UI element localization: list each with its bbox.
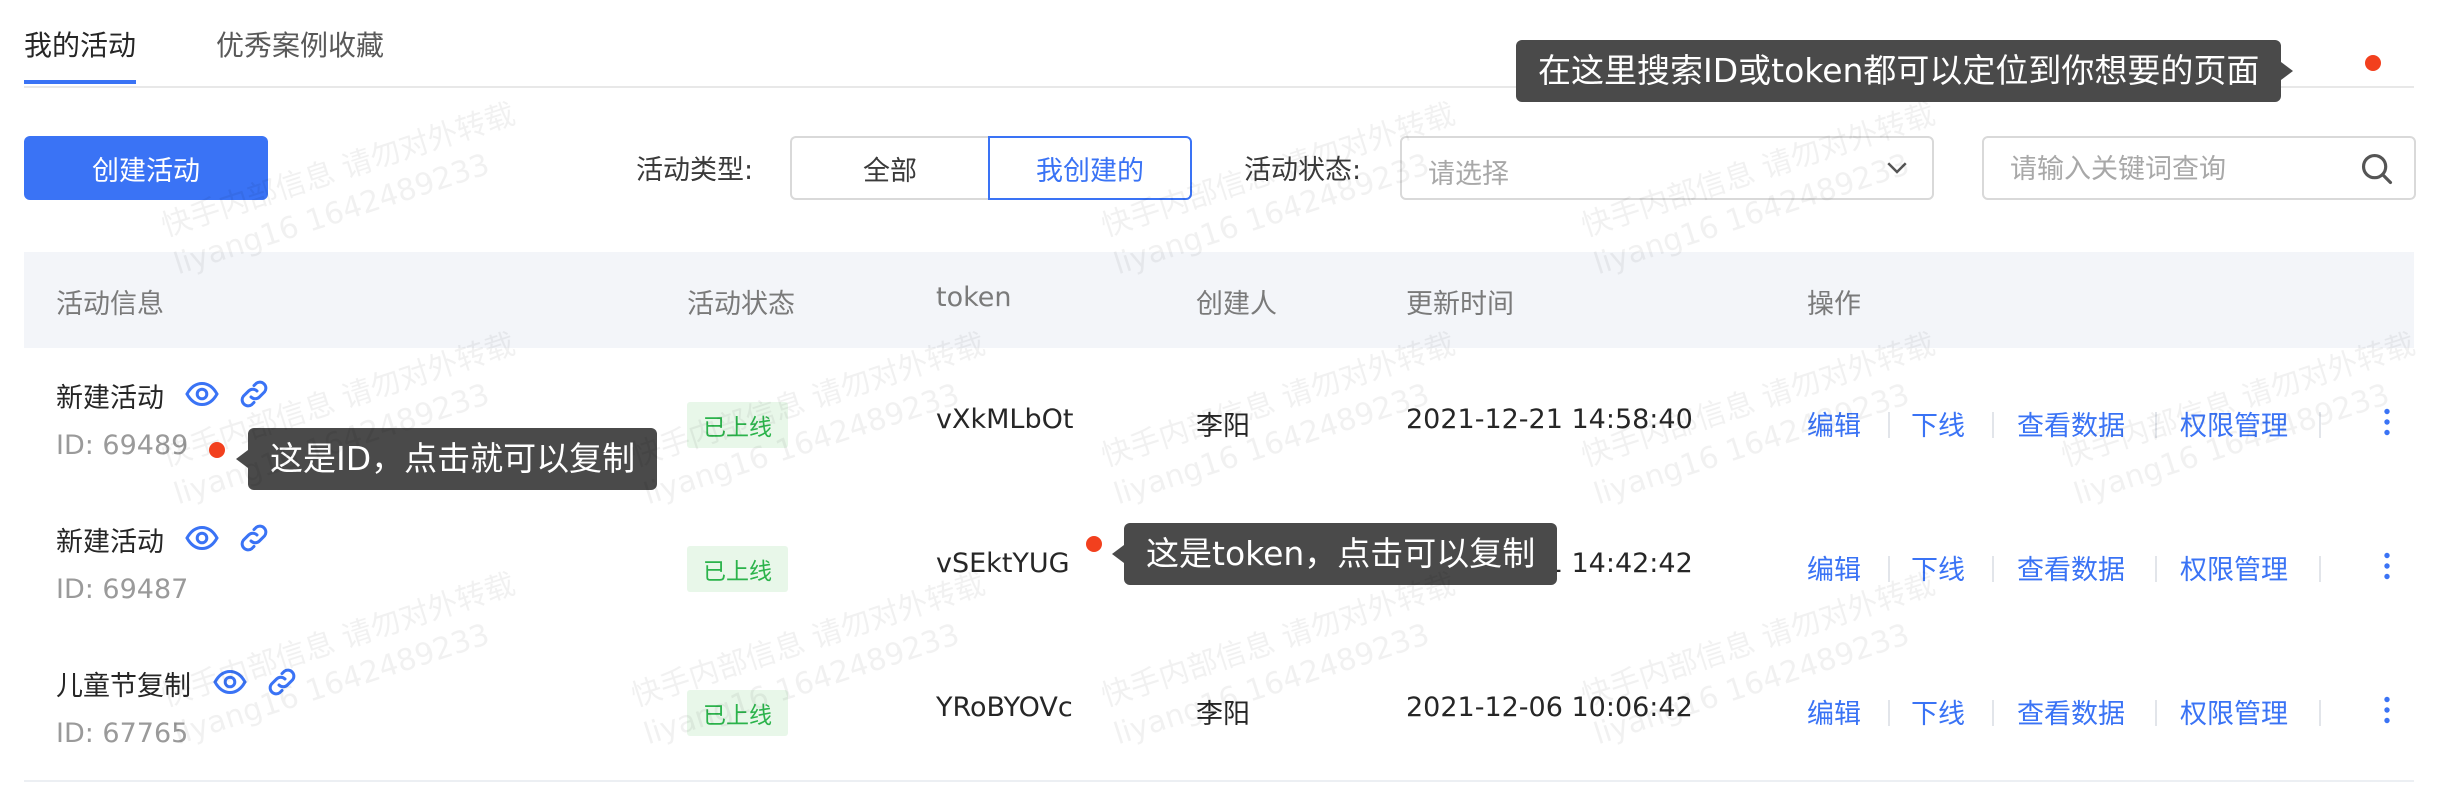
divider (2319, 556, 2321, 582)
activity-status-label: 活动状态: (1244, 155, 1362, 186)
tab-case-favorites[interactable]: 优秀案例收藏 (216, 24, 384, 64)
search-box (1982, 136, 2416, 200)
view-data-link[interactable]: 查看数据 (2017, 548, 2125, 587)
offline-link[interactable]: 下线 (1911, 692, 1965, 731)
column-header-token: token (936, 282, 1012, 313)
divider (2155, 700, 2157, 726)
offline-link[interactable]: 下线 (1911, 404, 1965, 443)
divider (1888, 412, 1890, 438)
activity-token[interactable]: vSEktYUG (936, 548, 1070, 579)
view-data-link[interactable]: 查看数据 (2017, 692, 2125, 731)
divider (1992, 700, 1994, 726)
permission-link[interactable]: 权限管理 (2180, 692, 2288, 731)
preview-eye-icon[interactable] (184, 520, 220, 556)
guide-dot (1086, 536, 1102, 552)
activity-token[interactable]: YRoBYOVc (936, 692, 1073, 723)
active-tab-indicator (24, 80, 136, 84)
tooltip-arrow (236, 450, 248, 468)
edit-link[interactable]: 编辑 (1807, 548, 1861, 587)
preview-eye-icon[interactable] (184, 376, 220, 412)
search-guide-tooltip: 在这里搜索ID或token都可以定位到你想要的页面 (1516, 40, 2294, 102)
id-guide-tooltip: 这是ID，点击就可以复制 (236, 428, 658, 490)
tooltip-arrow (1112, 545, 1124, 563)
copy-link-icon[interactable] (236, 520, 272, 556)
edit-link[interactable]: 编辑 (1807, 692, 1861, 731)
tab-my-activities[interactable]: 我的活动 (24, 24, 136, 64)
search-input[interactable] (2008, 148, 2342, 190)
offline-link[interactable]: 下线 (1911, 548, 1965, 587)
type-option-all[interactable]: 全部 (790, 136, 988, 200)
activity-id[interactable]: ID: 67765 (56, 718, 188, 749)
divider (1992, 556, 1994, 582)
chevron-down-icon (1887, 162, 1907, 174)
column-header-actions: 操作 (1807, 289, 1861, 320)
updated-time: 2021-12-06 10:06:42 (1406, 692, 1693, 723)
copy-link-icon[interactable] (236, 376, 272, 412)
permission-link[interactable]: 权限管理 (2180, 404, 2288, 443)
status-badge: 已上线 (687, 402, 788, 448)
id-guide-text: 这是ID，点击就可以复制 (270, 439, 636, 478)
column-header-updated: 更新时间 (1406, 289, 1514, 320)
view-data-link[interactable]: 查看数据 (2017, 404, 2125, 443)
search-icon[interactable] (2358, 150, 2396, 188)
column-header-creator: 创建人 (1196, 289, 1277, 320)
activity-type-segmented: 全部 我创建的 (790, 136, 1192, 200)
permission-link[interactable]: 权限管理 (2180, 548, 2288, 587)
creator-name: 李阳 (1196, 411, 1250, 442)
more-vertical-icon[interactable] (2369, 404, 2405, 440)
create-activity-button[interactable]: 创建活动 (24, 136, 268, 200)
status-badge: 已上线 (687, 546, 788, 592)
guide-dot (209, 442, 225, 458)
guide-dot (2365, 55, 2381, 71)
activity-status-select[interactable]: 请选择 (1400, 136, 1934, 200)
activity-name: 新建活动 (56, 527, 164, 558)
divider (2155, 556, 2157, 582)
activity-type-label: 活动类型: (636, 155, 754, 186)
updated-time: 2021-12-21 14:58:40 (1406, 404, 1693, 435)
divider (2155, 412, 2157, 438)
divider (2319, 412, 2321, 438)
type-option-mine[interactable]: 我创建的 (988, 136, 1192, 200)
token-guide-tooltip: 这是token，点击可以复制 (1112, 523, 1558, 585)
more-vertical-icon[interactable] (2369, 692, 2405, 728)
activity-id[interactable]: ID: 69489 (56, 430, 188, 461)
divider (1992, 412, 1994, 438)
activity-token[interactable]: vXkMLbOt (936, 404, 1073, 435)
divider (1888, 556, 1890, 582)
search-guide-text: 在这里搜索ID或token都可以定位到你想要的页面 (1538, 51, 2260, 90)
status-badge: 已上线 (687, 690, 788, 736)
status-select-placeholder: 请选择 (1428, 159, 1509, 190)
table-header: 活动信息 活动状态 token 创建人 更新时间 操作 (24, 252, 2414, 348)
token-guide-text: 这是token，点击可以复制 (1146, 534, 1536, 573)
activity-name: 儿童节复制 (56, 671, 191, 702)
copy-link-icon[interactable] (264, 664, 300, 700)
tooltip-arrow (2281, 62, 2294, 80)
column-header-status: 活动状态 (687, 289, 795, 320)
activity-id[interactable]: ID: 69487 (56, 574, 188, 605)
creator-name: 李阳 (1196, 699, 1250, 730)
edit-link[interactable]: 编辑 (1807, 404, 1861, 443)
column-header-info: 活动信息 (56, 289, 164, 320)
preview-eye-icon[interactable] (212, 664, 248, 700)
divider (1888, 700, 1890, 726)
table-row: 儿童节复制 ID: 67765 已上线 YRoBYOVc 李阳 2021-12-… (24, 636, 2414, 782)
divider (2319, 700, 2321, 726)
activity-name: 新建活动 (56, 383, 164, 414)
more-vertical-icon[interactable] (2369, 548, 2405, 584)
